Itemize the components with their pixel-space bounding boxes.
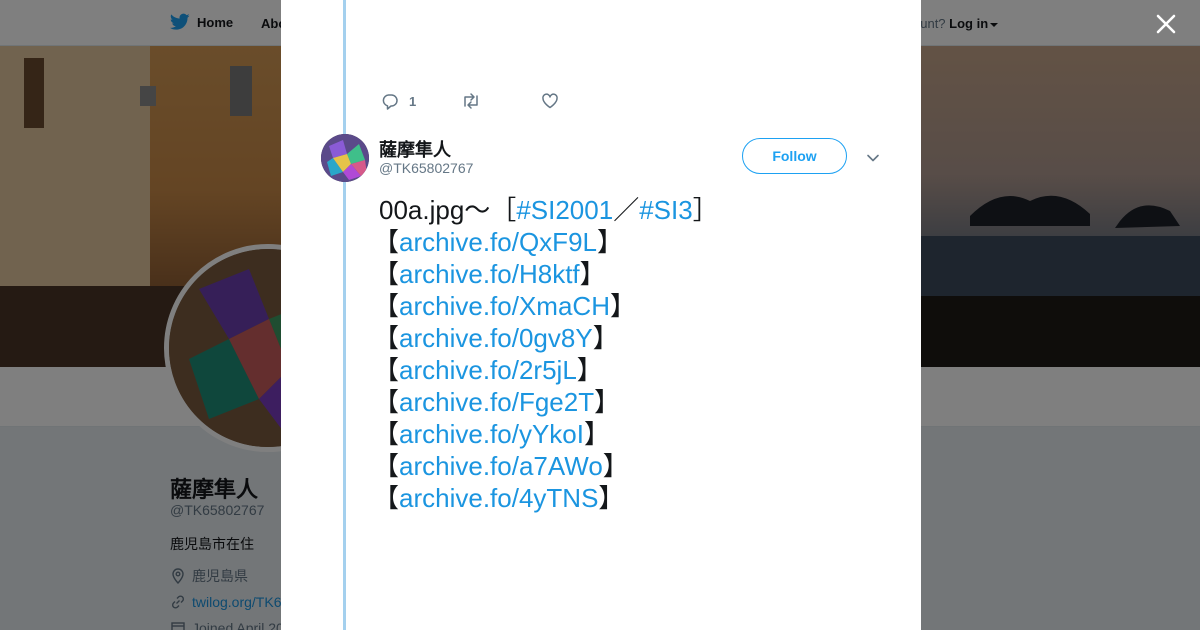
archive-link[interactable]: archive.fo/0gv8Y [399, 323, 593, 353]
bracket-open: 【 [373, 483, 400, 513]
tweet-first-line: 00a.jpg～［#SI2001／#SI3］ [379, 194, 899, 226]
tweet-text-suffix: ］ [692, 195, 719, 225]
tweet-modal: 1 薩摩隼人 @TK65802767 Follow 00a.jpg～［#SI20… [281, 0, 921, 630]
tweet-author-avatar[interactable] [321, 134, 369, 182]
bracket-open: 【 [373, 323, 400, 353]
bracket-close: 】 [584, 419, 611, 449]
bracket-open: 【 [373, 227, 400, 257]
heart-icon [542, 93, 558, 109]
tweet-text-prefix: 00a.jpg～［ [379, 195, 517, 225]
archive-link[interactable]: archive.fo/H8ktf [399, 259, 580, 289]
tweet-text-slash: ／ [613, 195, 640, 225]
previous-tweet-actions: 1 [381, 92, 559, 110]
archive-link[interactable]: archive.fo/QxF9L [399, 227, 597, 257]
follow-button[interactable]: Follow [742, 138, 847, 174]
archive-link[interactable]: archive.fo/XmaCH [399, 291, 610, 321]
archive-link[interactable]: archive.fo/2r5jL [399, 355, 577, 385]
bracket-close: 】 [602, 451, 629, 481]
archive-link-line: 【archive.fo/2r5jL】 [373, 354, 899, 386]
close-icon [1156, 14, 1176, 34]
bracket-close: 】 [579, 259, 606, 289]
reply-button[interactable]: 1 [381, 92, 461, 110]
archive-link-line: 【archive.fo/XmaCH】 [373, 290, 899, 322]
retweet-button[interactable] [461, 92, 541, 110]
bracket-open: 【 [373, 419, 400, 449]
bracket-open: 【 [373, 291, 400, 321]
hashtag-link[interactable]: #SI2001 [516, 195, 613, 225]
archive-link-line: 【archive.fo/yYkoI】 [373, 418, 899, 450]
archive-link-line: 【archive.fo/Fge2T】 [373, 386, 899, 418]
archive-link[interactable]: archive.fo/Fge2T [399, 387, 594, 417]
more-options-button[interactable] [865, 150, 881, 166]
bracket-close: 】 [576, 355, 603, 385]
bracket-close: 】 [594, 387, 621, 417]
tweet-author-handle[interactable]: @TK65802767 [379, 160, 473, 176]
tweet-text: 00a.jpg～［#SI2001／#SI3］ 【archive.fo/QxF9L… [373, 194, 899, 514]
like-button[interactable] [541, 92, 559, 110]
thread-line [343, 0, 346, 630]
archive-link-line: 【archive.fo/a7AWo】 [373, 450, 899, 482]
archive-link-line: 【archive.fo/4yTNS】 [373, 482, 899, 514]
retweet-icon [464, 93, 478, 109]
bracket-close: 】 [592, 323, 619, 353]
bracket-close: 】 [597, 227, 624, 257]
bracket-open: 【 [373, 355, 400, 385]
archive-link[interactable]: archive.fo/yYkoI [399, 419, 584, 449]
hashtag-link[interactable]: #SI3 [639, 195, 693, 225]
reply-icon [382, 94, 398, 110]
tweet-author-name[interactable]: 薩摩隼人 [379, 136, 451, 162]
bracket-close: 】 [609, 291, 636, 321]
archive-link-line: 【archive.fo/QxF9L】 [373, 226, 899, 258]
bracket-open: 【 [373, 387, 400, 417]
bracket-close: 】 [598, 483, 625, 513]
archive-link-line: 【archive.fo/0gv8Y】 [373, 322, 899, 354]
reply-count: 1 [409, 93, 417, 109]
author-avatar-image [321, 134, 369, 182]
archive-link-line: 【archive.fo/H8ktf】 [373, 258, 899, 290]
archive-link-list: 【archive.fo/QxF9L】 【archive.fo/H8ktf】 【arc… [373, 226, 899, 514]
bracket-open: 【 [373, 259, 400, 289]
archive-link[interactable]: archive.fo/a7AWo [399, 451, 603, 481]
chevron-down-icon [867, 154, 879, 162]
close-button[interactable] [1152, 10, 1180, 38]
archive-link[interactable]: archive.fo/4yTNS [399, 483, 598, 513]
bracket-open: 【 [373, 451, 400, 481]
